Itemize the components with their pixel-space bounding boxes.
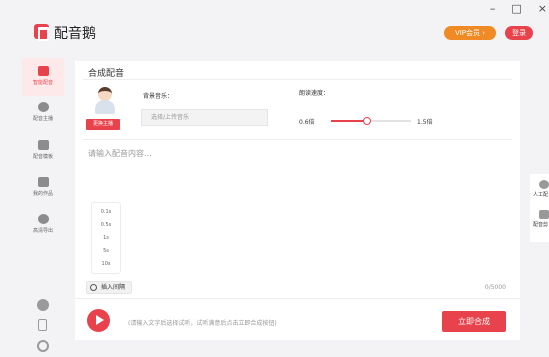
user-icon (37, 102, 49, 112)
sidebar: 智能配音 配音主播 配音模板 我的作品 高清导出 (22, 58, 64, 357)
clock-icon (90, 284, 97, 291)
sidebar-item-anchors[interactable]: 配音主播 (22, 102, 64, 122)
scissors-icon (539, 210, 549, 219)
speed-slider-fill (331, 120, 367, 122)
customer-service-icon[interactable] (37, 299, 49, 311)
anchor-avatar[interactable] (94, 87, 116, 115)
play-button[interactable] (87, 309, 110, 332)
speed-slider[interactable] (331, 117, 411, 125)
sidebar-item-my-works[interactable]: 我的作品 (22, 177, 64, 197)
sidebar-item-label: 高清导出 (32, 228, 53, 234)
title-bar: 配音鹅 VIP会员 › 登录 (0, 0, 549, 54)
float-item-label: 人工配 (533, 192, 549, 198)
change-anchor-button[interactable]: 更换主播 (86, 119, 120, 130)
phone-icon[interactable] (38, 319, 47, 331)
sidebar-item-hd-export[interactable]: 高清导出 (22, 214, 64, 234)
pause-option[interactable]: 0.1s (92, 206, 120, 219)
avatar-head (98, 87, 112, 101)
sidebar-item-smart-dubbing[interactable]: 智能配音 (22, 58, 64, 96)
sidebar-item-label: 配音主播 (32, 116, 53, 122)
char-counter: 0/5000 (484, 284, 506, 291)
vip-button[interactable]: VIP会员 › (444, 26, 496, 40)
float-item-label: 配音剪 (533, 222, 549, 228)
hint-text: (请输入文字后选择试听，试听满意后点击立即合成按钮) (128, 320, 277, 327)
sidebar-item-label: 配音模板 (32, 154, 53, 160)
pause-options-panel: 0.1s 0.5s 1s 5s 10s (91, 202, 121, 274)
speed-min-label: 0.6倍 (299, 119, 315, 126)
avatar-body (95, 100, 115, 114)
insert-pause-button[interactable]: 插入间隔 (86, 281, 132, 294)
pause-option[interactable]: 1s (92, 232, 120, 245)
folder-icon (37, 177, 49, 187)
microphone-icon (37, 66, 49, 76)
speed-label: 朗读速度： (299, 90, 330, 97)
app-title: 配音鹅 (54, 26, 96, 42)
speed-max-label: 1.5倍 (417, 119, 433, 126)
content-textarea[interactable]: 请输入配音内容... (88, 148, 152, 159)
sidebar-item-label: 我的作品 (32, 191, 53, 197)
headset-icon (539, 180, 549, 189)
divider (83, 79, 512, 80)
template-icon (37, 140, 49, 150)
divider (75, 298, 520, 299)
dubbing-editor-button[interactable]: 配音剪 (533, 210, 549, 228)
sidebar-item-templates[interactable]: 配音模板 (22, 140, 64, 160)
app-logo-icon (34, 24, 49, 41)
main-panel: 合成配音 更换主播 背景音乐： 选择/上传音乐 朗读速度： 0.6倍 1.5倍 … (75, 61, 520, 340)
pause-option[interactable]: 0.5s (92, 219, 120, 232)
manual-dubbing-button[interactable]: 人工配 (533, 180, 549, 198)
insert-pause-label: 插入间隔 (101, 284, 126, 291)
sidebar-item-label: 智能配音 (32, 80, 53, 86)
divider (83, 139, 512, 140)
section-title: 合成配音 (88, 69, 125, 79)
export-icon (37, 214, 49, 224)
pause-option[interactable]: 5s (92, 245, 120, 258)
pause-option[interactable]: 10s (92, 258, 120, 271)
floating-tools-panel: 人工配 配音剪 (530, 174, 549, 242)
settings-icon[interactable] (37, 340, 49, 352)
bgm-label: 背景音乐： (143, 93, 174, 100)
login-button[interactable]: 登录 (505, 26, 533, 40)
synthesize-button[interactable]: 立即合成 (442, 311, 506, 332)
speed-slider-handle[interactable] (363, 117, 371, 125)
bgm-select[interactable]: 选择/上传音乐 (141, 109, 268, 126)
